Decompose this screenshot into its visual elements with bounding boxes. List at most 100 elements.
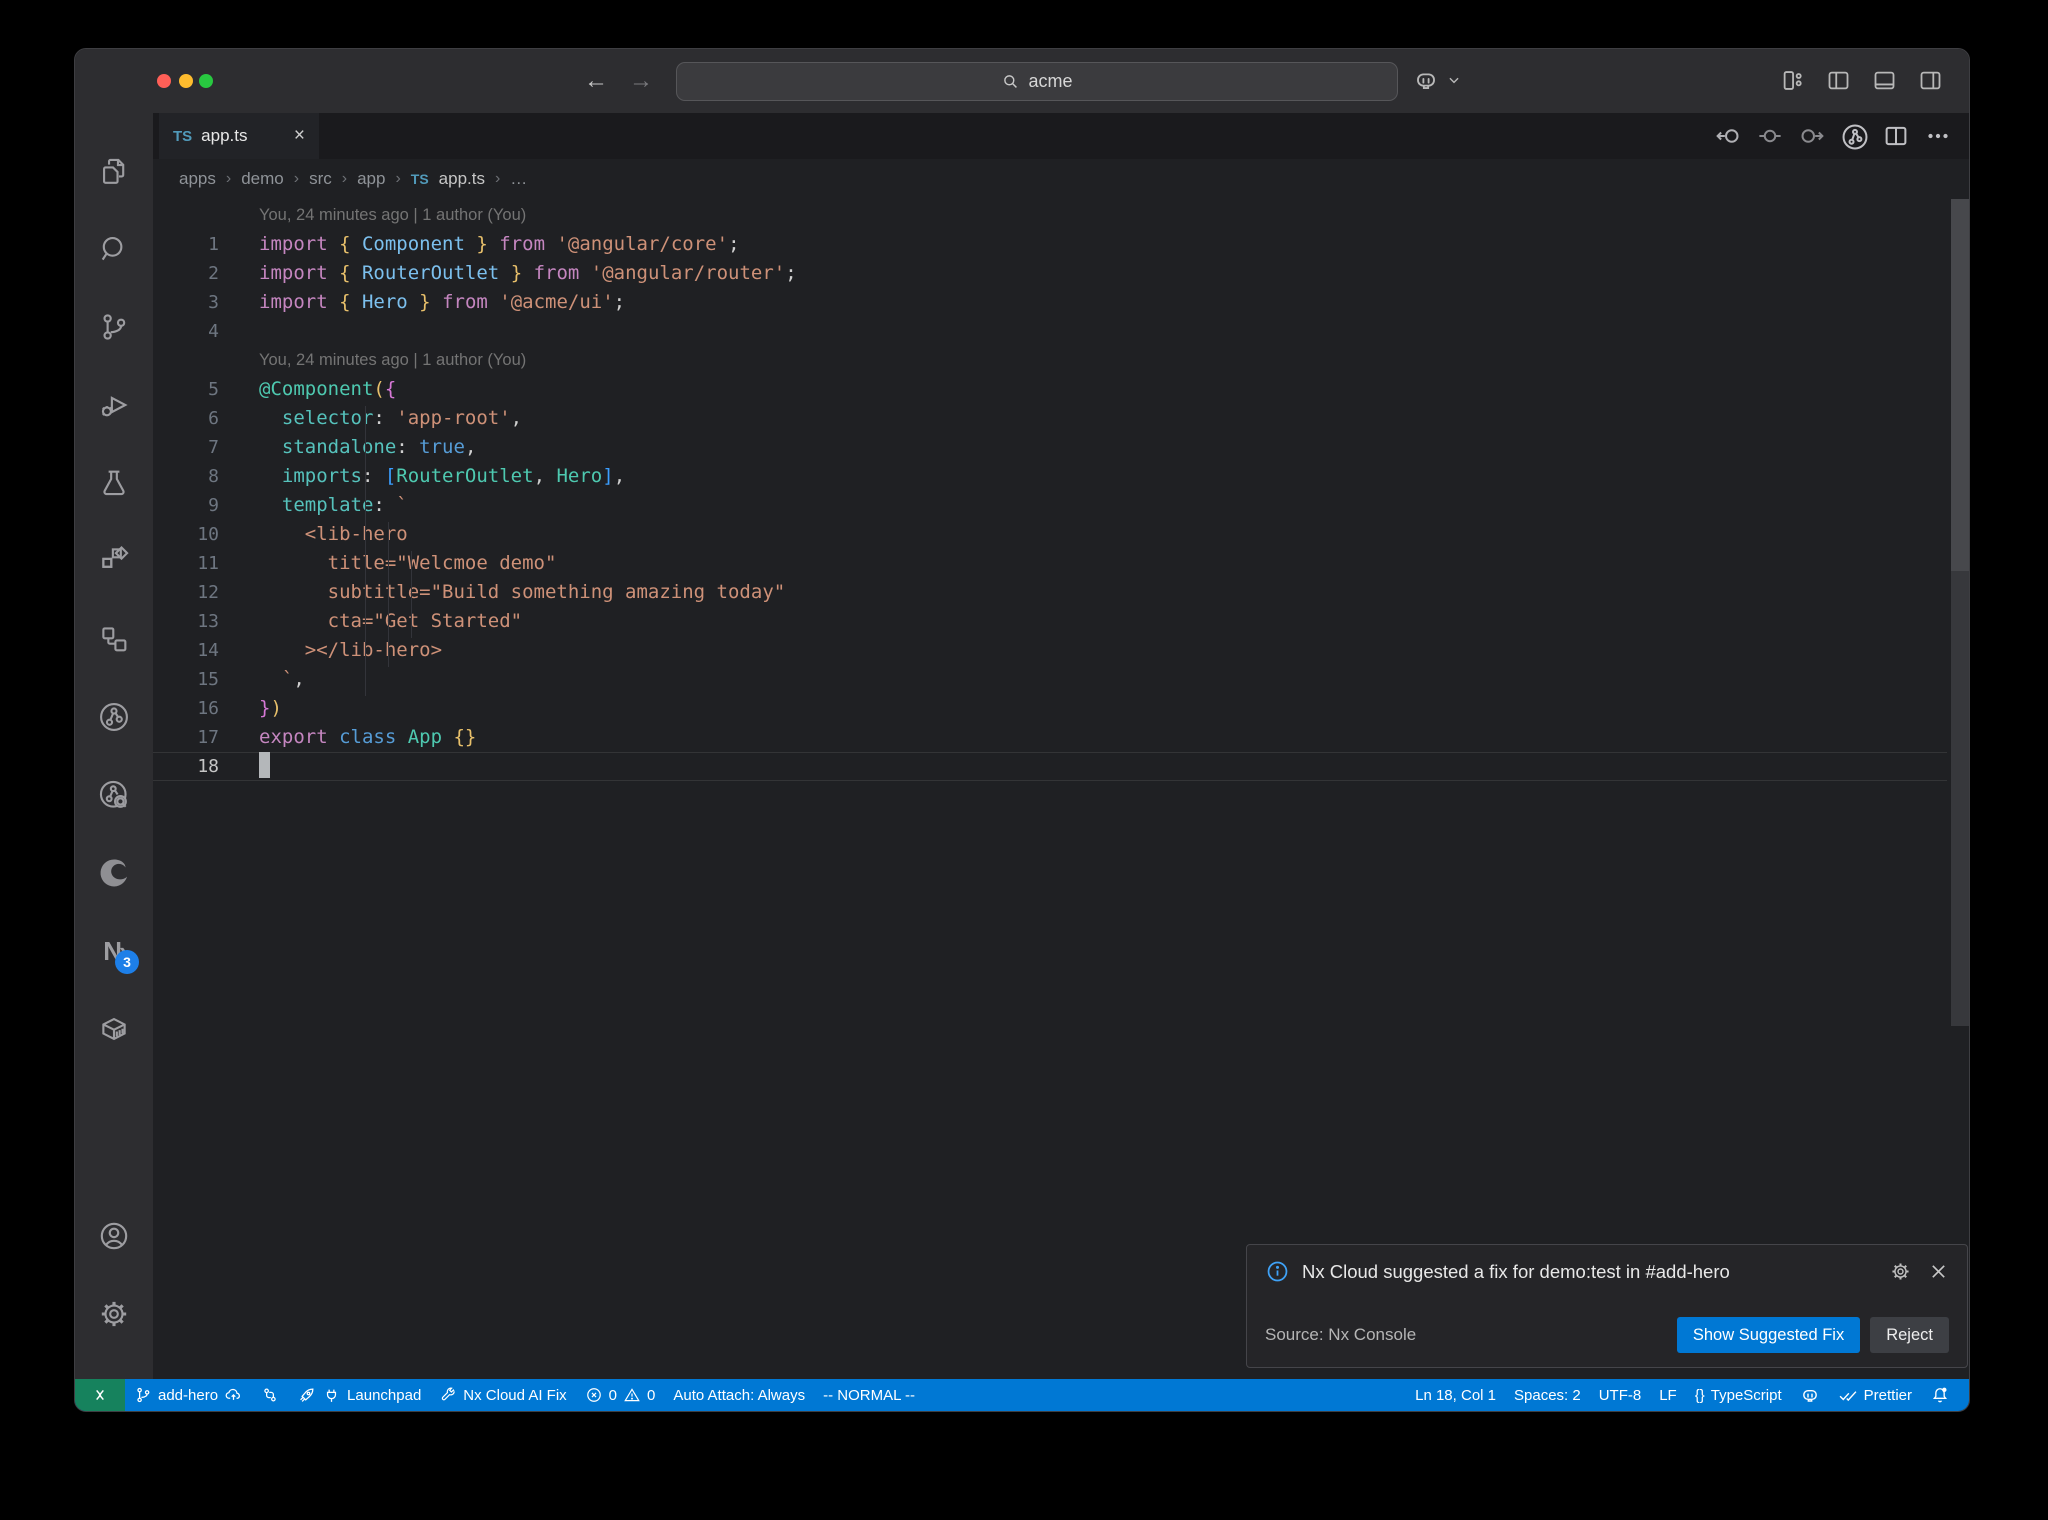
line-number: 2 <box>208 263 219 284</box>
prettier-status[interactable]: Prettier <box>1829 1379 1921 1411</box>
search-icon[interactable] <box>75 210 153 288</box>
customize-layout-icon[interactable] <box>1777 65 1807 95</box>
split-editor-icon[interactable] <box>1881 121 1911 151</box>
activity-bar: N› 3 <box>75 113 153 1381</box>
line-number: 16 <box>197 698 219 719</box>
indent-guide <box>411 551 412 638</box>
show-suggested-fix-button[interactable]: Show Suggested Fix <box>1676 1317 1861 1353</box>
git-graph-search-icon[interactable] <box>75 756 153 834</box>
breadcrumb-item[interactable]: app <box>357 169 385 189</box>
containers-icon[interactable] <box>75 990 153 1068</box>
scrollbar-thumb-lower[interactable] <box>1951 571 1969 1026</box>
code-line[interactable]: 10 <lib-hero <box>153 520 1947 549</box>
double-check-icon <box>1839 1391 1857 1402</box>
code-editor[interactable]: You, 24 minutes ago | 1 author (You) 1 imp… <box>153 199 1969 1379</box>
copilot-status-icon[interactable] <box>1791 1379 1829 1411</box>
vim-mode-status[interactable]: -- NORMAL -- <box>814 1379 924 1411</box>
encoding-status[interactable]: UTF-8 <box>1590 1379 1651 1411</box>
remote-indicator[interactable] <box>75 1379 125 1411</box>
indentation-status[interactable]: Spaces: 2 <box>1505 1379 1590 1411</box>
edge-browser-icon[interactable] <box>75 834 153 912</box>
code-line[interactable]: 5 @Component({ <box>153 375 1947 404</box>
code-line[interactable]: 15 `, <box>153 665 1947 694</box>
blame-annotation: You, 24 minutes ago | 1 author (You) <box>259 351 527 369</box>
more-actions-icon[interactable] <box>1923 121 1953 151</box>
zoom-window-button[interactable] <box>199 74 213 88</box>
notification-settings-icon[interactable] <box>1889 1260 1912 1283</box>
breadcrumb-item[interactable]: src <box>309 169 332 189</box>
git-graph-icon[interactable] <box>75 678 153 756</box>
notifications-bell-icon[interactable] <box>1921 1379 1959 1411</box>
code-line[interactable]: 4 <box>153 317 1947 346</box>
code-rows: You, 24 minutes ago | 1 author (You) 1 imp… <box>153 201 1947 781</box>
notification-title: Nx Cloud suggested a fix for demo:test i… <box>1302 1260 1730 1282</box>
breadcrumb: apps › demo › src › app › TS app.ts › … <box>153 159 1969 199</box>
code-line[interactable]: 8 imports: [RouterOutlet, Hero], <box>153 462 1947 491</box>
breadcrumb-file[interactable]: app.ts <box>439 169 485 189</box>
line-number: 17 <box>197 727 219 748</box>
compare-changes-icon[interactable] <box>252 1379 288 1411</box>
explorer-icon[interactable] <box>75 132 153 210</box>
code-line[interactable]: 18 <box>153 752 1947 781</box>
git-branch-status[interactable]: add-hero <box>125 1379 252 1411</box>
search-icon <box>1001 72 1020 91</box>
breadcrumb-item[interactable]: apps <box>179 169 216 189</box>
close-notification-icon[interactable] <box>1928 1261 1949 1282</box>
auto-attach-status[interactable]: Auto Attach: Always <box>664 1379 814 1411</box>
command-center-search[interactable]: acme <box>676 62 1398 101</box>
toggle-primary-sidebar-icon[interactable] <box>1823 65 1853 95</box>
next-change-icon[interactable] <box>1797 121 1827 151</box>
nx-console-icon[interactable]: N› 3 <box>75 912 153 990</box>
code-line[interactable]: 12 subtitle="Build something amazing tod… <box>153 578 1947 607</box>
minimize-window-button[interactable] <box>179 74 193 88</box>
close-tab-icon[interactable]: × <box>294 125 305 147</box>
wrench-icon <box>442 1387 456 1401</box>
copilot-icon[interactable] <box>1411 65 1441 95</box>
history-forward-button[interactable]: → <box>625 65 657 97</box>
code-line[interactable]: 1 import { Component } from '@angular/cor… <box>153 230 1947 259</box>
source-control-icon[interactable] <box>75 288 153 366</box>
eol-status[interactable]: LF <box>1650 1379 1686 1411</box>
remote-explorer-icon[interactable] <box>75 600 153 678</box>
code-line[interactable]: 6 selector: 'app-root', <box>153 404 1947 433</box>
code-line[interactable]: 9 template: ` <box>153 491 1947 520</box>
breadcrumb-item[interactable]: demo <box>241 169 284 189</box>
problems-status[interactable]: 0 0 <box>576 1379 665 1411</box>
code-line[interactable]: 14 ></lib-hero> <box>153 636 1947 665</box>
reject-button[interactable]: Reject <box>1870 1317 1949 1353</box>
language-mode-status[interactable]: {} TypeScript <box>1686 1379 1791 1411</box>
run-task-graph-icon[interactable] <box>1839 121 1869 151</box>
scrollbar-thumb[interactable] <box>1951 199 1969 571</box>
code-line[interactable]: 2 import { RouterOutlet } from '@angular/… <box>153 259 1947 288</box>
line-number: 9 <box>208 495 219 516</box>
code-line[interactable]: 16}) <box>153 694 1947 723</box>
settings-gear-icon[interactable] <box>75 1275 153 1353</box>
title-bar: ← → acme <box>75 49 1969 113</box>
launchpad-status[interactable]: Launchpad <box>288 1379 430 1411</box>
chevron-right-icon: › <box>341 170 348 187</box>
chevron-down-icon[interactable] <box>1447 73 1461 87</box>
toggle-panel-icon[interactable] <box>1869 65 1899 95</box>
history-back-button[interactable]: ← <box>580 65 612 97</box>
accounts-icon[interactable] <box>75 1197 153 1275</box>
current-change-icon[interactable] <box>1755 121 1785 151</box>
code-line[interactable]: 11 title="Welcmoe demo" <box>153 549 1947 578</box>
testing-icon[interactable] <box>75 444 153 522</box>
code-line[interactable]: 7 standalone: true, <box>153 433 1947 462</box>
nx-cloud-ai-fix-status[interactable]: Nx Cloud AI Fix <box>430 1379 575 1411</box>
code-line[interactable]: 17 export class App {} <box>153 723 1947 752</box>
code-line[interactable]: 13 cta="Get Started" <box>153 607 1947 636</box>
line-number: 1 <box>208 234 219 255</box>
run-debug-icon[interactable] <box>75 366 153 444</box>
toggle-secondary-sidebar-icon[interactable] <box>1915 65 1945 95</box>
cursor-position-status[interactable]: Ln 18, Col 1 <box>1406 1379 1505 1411</box>
close-window-button[interactable] <box>157 74 171 88</box>
previous-change-icon[interactable] <box>1713 121 1743 151</box>
tab-app-ts[interactable]: TS app.ts × <box>159 113 319 159</box>
line-number: 8 <box>208 466 219 487</box>
breadcrumb-more[interactable]: … <box>510 169 527 189</box>
notification-source: Source: Nx Console <box>1265 1325 1417 1344</box>
extensions-icon[interactable] <box>75 522 153 600</box>
code-line[interactable]: 3 import { Hero } from '@acme/ui'; <box>153 288 1947 317</box>
tab-bar: TS app.ts × <box>153 113 1969 159</box>
